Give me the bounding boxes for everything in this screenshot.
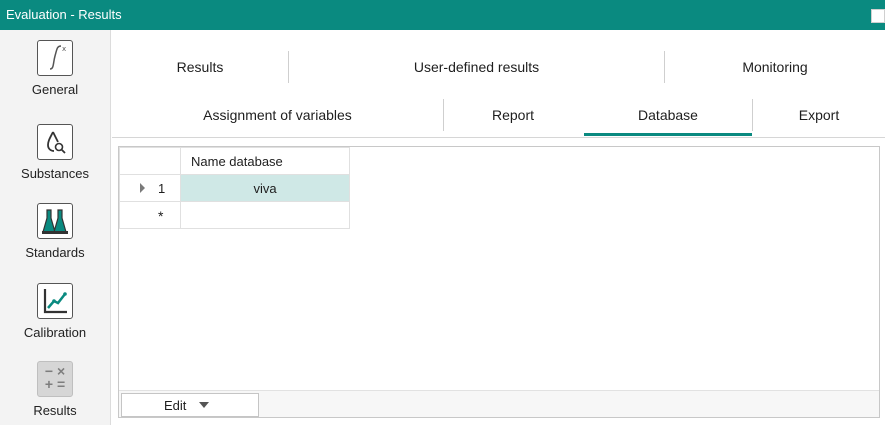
sidebar-item-standards[interactable]: Standards	[0, 203, 110, 260]
cell-new-name-database[interactable]	[180, 201, 350, 229]
database-grid-pane: Name database 1 viva * Edit	[118, 146, 880, 418]
calibration-chart-icon	[37, 283, 73, 319]
table-header-row: Name database	[119, 147, 350, 175]
sidebar-item-label: Substances	[21, 166, 89, 181]
tab-monitoring[interactable]: Monitoring	[665, 47, 885, 87]
svg-text:x: x	[62, 45, 66, 53]
database-table: Name database 1 viva *	[119, 147, 350, 229]
column-header-name-database[interactable]: Name database	[180, 147, 350, 175]
tab-user-defined-results[interactable]: User-defined results	[289, 47, 664, 87]
sidebar-item-substances[interactable]: Substances	[0, 124, 110, 181]
chevron-down-icon	[199, 402, 209, 408]
new-row[interactable]: *	[119, 201, 350, 229]
tab-assignment-of-variables[interactable]: Assignment of variables	[112, 95, 443, 135]
sidebar-item-label: Calibration	[23, 325, 87, 340]
edit-bar: Edit	[119, 390, 879, 417]
sidebar: x General Substances Standards Calibrati…	[0, 30, 111, 425]
sidebar-item-results[interactable]: − × + = Results	[0, 361, 110, 418]
row-header[interactable]: *	[119, 201, 181, 229]
drop-search-icon	[37, 124, 73, 160]
sidebar-item-label: Standards	[25, 245, 85, 260]
edit-label: Edit	[164, 398, 187, 413]
edit-dropdown-button[interactable]: Edit	[121, 393, 259, 417]
new-row-marker: *	[158, 208, 164, 224]
row-header[interactable]: 1	[119, 174, 181, 202]
cell-name-database[interactable]: viva	[180, 174, 350, 202]
maximize-button[interactable]	[871, 9, 885, 23]
tab-row-1: Results User-defined results Monitoring	[112, 47, 885, 89]
tab-report[interactable]: Report	[444, 95, 582, 135]
tab-database[interactable]: Database	[584, 95, 752, 136]
flasks-icon	[37, 203, 73, 239]
title-bar: Evaluation - Results	[0, 0, 885, 30]
tab-results[interactable]: Results	[112, 47, 288, 87]
sidebar-item-label: Results	[33, 403, 77, 418]
tab-row-2: Assignment of variables Report Database …	[112, 95, 885, 138]
sidebar-item-label: General	[31, 82, 79, 97]
tab-export[interactable]: Export	[753, 95, 885, 135]
sidebar-item-calibration[interactable]: Calibration	[0, 283, 110, 340]
calculator-icon: − × + =	[37, 361, 73, 397]
table-row[interactable]: 1 viva	[119, 174, 350, 202]
integral-icon: x	[37, 40, 73, 76]
row-header-corner	[119, 147, 181, 175]
window-title: Evaluation - Results	[6, 7, 122, 22]
sidebar-item-general[interactable]: x General	[0, 40, 110, 97]
current-row-arrow-icon	[140, 183, 145, 193]
row-number: 1	[158, 181, 166, 196]
